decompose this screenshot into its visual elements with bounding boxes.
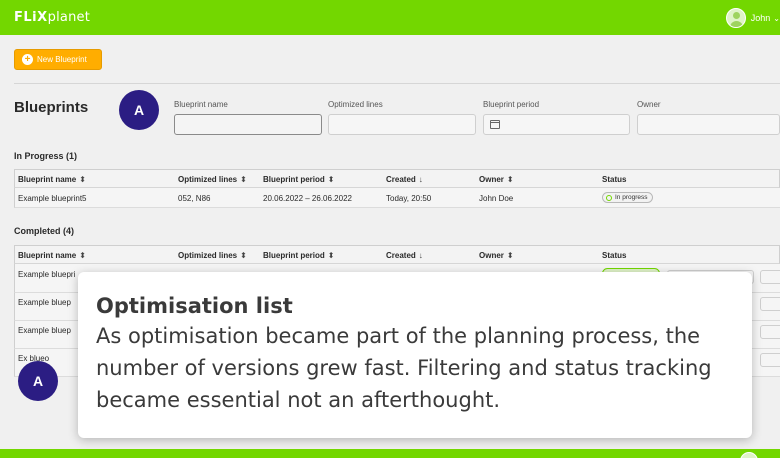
column-header-created[interactable]: Created ↓ <box>386 175 423 184</box>
row-action-button[interactable] <box>760 353 780 367</box>
table-row[interactable]: Example blueprint5 052, N86 20.06.2022 –… <box>14 188 780 208</box>
callout-body: As optimisation became part of the plann… <box>96 324 712 412</box>
optimized-lines-input[interactable] <box>328 114 476 135</box>
sort-icon: ⬍ <box>327 175 335 184</box>
filter-label-blueprint-period: Blueprint period <box>483 100 540 109</box>
filter-label-blueprint-name: Blueprint name <box>174 100 228 109</box>
user-name: John <box>750 13 771 23</box>
filter-label-optimized-lines: Optimized lines <box>328 100 383 109</box>
in-progress-table-header: Blueprint name ⬍ Optimized lines ⬍ Bluepri… <box>14 169 780 188</box>
bottom-bar <box>0 449 780 458</box>
column-header-name[interactable]: Blueprint name ⬍ <box>18 175 86 184</box>
page-title: Blueprints <box>14 99 89 116</box>
row-action-button[interactable] <box>760 270 780 284</box>
progress-icon <box>606 195 612 201</box>
cell-name: Example bluep <box>18 326 71 335</box>
sort-icon: ⬍ <box>79 175 86 184</box>
column-header-name[interactable]: Blueprint name ⬍ <box>18 251 86 260</box>
cell-period: 20.06.2022 – 26.06.2022 <box>263 194 352 203</box>
column-header-owner[interactable]: Owner ⬍ <box>479 175 514 184</box>
annotation-badge-top: A <box>119 90 159 130</box>
owner-input[interactable] <box>637 114 780 135</box>
cell-name: Example bluepri <box>18 270 76 279</box>
sort-down-icon: ↓ <box>418 175 423 184</box>
in-progress-heading: In Progress (1) <box>14 151 78 161</box>
completed-heading: Completed (4) <box>14 226 75 236</box>
flixplanet-logo[interactable]: FLiXplanet <box>14 10 90 25</box>
logo-light-text: planet <box>47 10 91 25</box>
avatar-icon <box>725 8 746 28</box>
sort-icon: ⬍ <box>327 251 335 260</box>
status-badge: In progress <box>602 192 653 203</box>
cell-created: Today, 20:50 <box>386 194 432 203</box>
calendar-icon <box>490 120 500 129</box>
annotation-badge-bottom: A <box>18 361 58 401</box>
sort-icon: ⬍ <box>240 175 247 184</box>
cell-name: Example blueprint5 <box>18 194 87 203</box>
new-blueprint-button[interactable]: + New Blueprint <box>14 49 102 70</box>
column-header-status: Status <box>602 251 627 260</box>
sort-icon: ⬍ <box>240 251 247 260</box>
column-header-created[interactable]: Created ↓ <box>386 251 423 260</box>
blueprint-period-input[interactable] <box>483 114 630 135</box>
column-header-status: Status <box>602 175 627 184</box>
sort-icon: ⬍ <box>506 251 514 260</box>
chevron-down-icon: ⌄ <box>773 13 780 23</box>
cell-name: Example bluep <box>18 298 71 307</box>
completed-table-header: Blueprint name ⬍ Optimized lines ⬍ Bluepri… <box>14 245 780 264</box>
cell-owner: John Doe <box>479 194 514 203</box>
column-header-period[interactable]: Blueprint period ⬍ <box>263 251 334 260</box>
blueprint-name-input[interactable] <box>174 114 322 135</box>
optimisation-callout: Optimisation list As optimisation became… <box>78 272 752 438</box>
divider <box>14 83 780 84</box>
column-header-period[interactable]: Blueprint period ⬍ <box>263 175 334 184</box>
column-header-owner[interactable]: Owner ⬍ <box>479 251 514 260</box>
new-blueprint-label: New Blueprint <box>37 55 87 64</box>
cell-lines: 052, N86 <box>178 194 211 203</box>
user-menu[interactable]: John ⌄ <box>725 7 780 29</box>
callout-title: Optimisation list <box>96 294 293 318</box>
column-header-lines[interactable]: Optimized lines ⬍ <box>178 175 247 184</box>
filter-label-owner: Owner <box>637 100 661 109</box>
sort-icon: ⬍ <box>79 251 86 260</box>
row-action-button[interactable] <box>760 297 780 311</box>
plus-icon: + <box>22 54 33 65</box>
column-header-lines[interactable]: Optimized lines ⬍ <box>178 251 247 260</box>
sort-down-icon: ↓ <box>418 251 423 260</box>
logo-bold-text: FLiX <box>14 10 48 25</box>
sort-icon: ⬍ <box>506 175 514 184</box>
top-bar: FLiXplanet John ⌄ <box>0 0 780 35</box>
row-action-button[interactable] <box>760 325 780 339</box>
